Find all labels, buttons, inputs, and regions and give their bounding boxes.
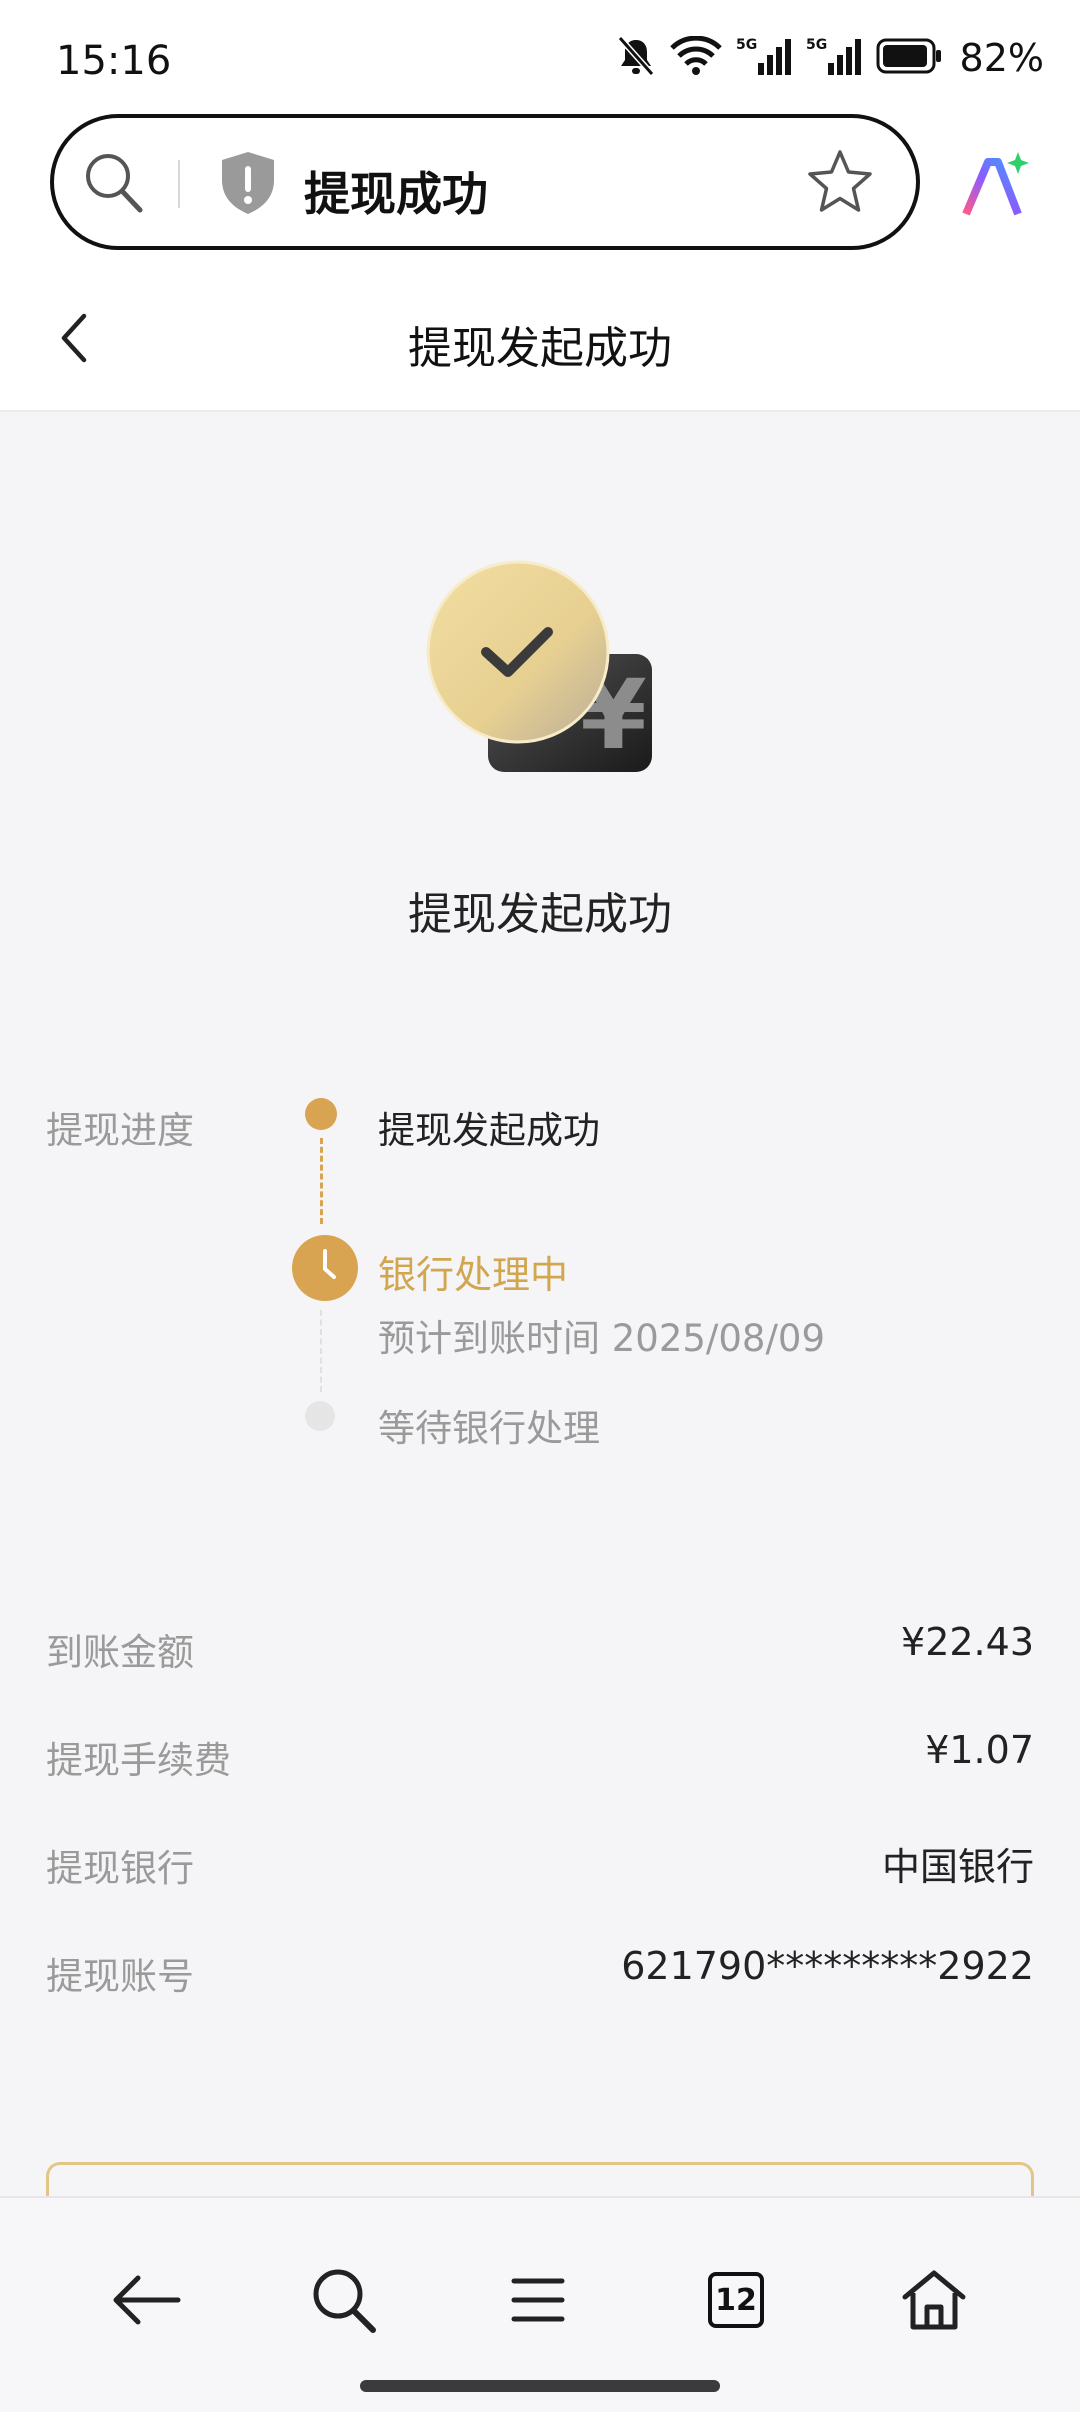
- search-icon[interactable]: [82, 150, 146, 220]
- menu-icon[interactable]: [488, 2250, 588, 2350]
- signal-5g-icon: 5G: [806, 35, 862, 81]
- svg-text:5G: 5G: [736, 37, 757, 53]
- detail-value-account: 621790*********2922: [621, 1944, 1034, 1988]
- home-icon[interactable]: [884, 2250, 984, 2350]
- signal-5g-icon: 5G: [736, 35, 792, 81]
- step-2-subtext: 预计到账时间 2025/08/09: [378, 1317, 826, 1360]
- status-time: 15:16: [56, 38, 172, 84]
- detail-value-fee: ¥1.07: [925, 1728, 1034, 1772]
- page-title: 提现发起成功: [408, 323, 672, 374]
- address-divider: [178, 160, 180, 208]
- success-title: 提现发起成功: [408, 889, 672, 940]
- step-2-text: 银行处理中: [378, 1253, 569, 1297]
- wifi-icon: [669, 35, 722, 80]
- withdraw-success-illustration: ¥: [420, 556, 660, 790]
- battery-icon: [876, 38, 942, 78]
- star-icon[interactable]: [806, 148, 874, 220]
- detail-label-account: 提现账号: [46, 1955, 194, 1998]
- ai-assistant-icon[interactable]: [958, 150, 1030, 226]
- tab-count: 12: [715, 2282, 757, 2318]
- step-done-dot: [305, 1098, 337, 1130]
- svg-text:5G: 5G: [806, 37, 827, 53]
- detail-label-bank: 提现银行: [46, 1847, 194, 1890]
- back-arrow-icon[interactable]: [96, 2250, 196, 2350]
- step-pending-dot: [305, 1401, 335, 1431]
- address-title[interactable]: 提现成功: [304, 158, 488, 224]
- progress-line: [320, 1138, 323, 1224]
- tabs-icon[interactable]: 12: [686, 2250, 786, 2350]
- step-3-text: 等待银行处理: [378, 1407, 600, 1450]
- security-shield-icon[interactable]: [218, 150, 278, 220]
- step-1-text: 提现发起成功: [378, 1109, 600, 1152]
- detail-label-amount: 到账金额: [46, 1631, 194, 1674]
- progress-line: [320, 1310, 322, 1392]
- clock-icon: [292, 1235, 358, 1301]
- battery-percent: 82%: [959, 36, 1044, 80]
- detail-label-fee: 提现手续费: [46, 1739, 231, 1782]
- status-icons: 5G 5G 82%: [616, 34, 1044, 82]
- home-indicator[interactable]: [360, 2380, 720, 2392]
- detail-value-amount: ¥22.43: [901, 1620, 1034, 1664]
- search-icon[interactable]: [294, 2250, 394, 2350]
- progress-label: 提现进度: [46, 1109, 194, 1152]
- detail-value-bank: 中国银行: [881, 1845, 1034, 1889]
- bell-muted-icon: [616, 34, 656, 82]
